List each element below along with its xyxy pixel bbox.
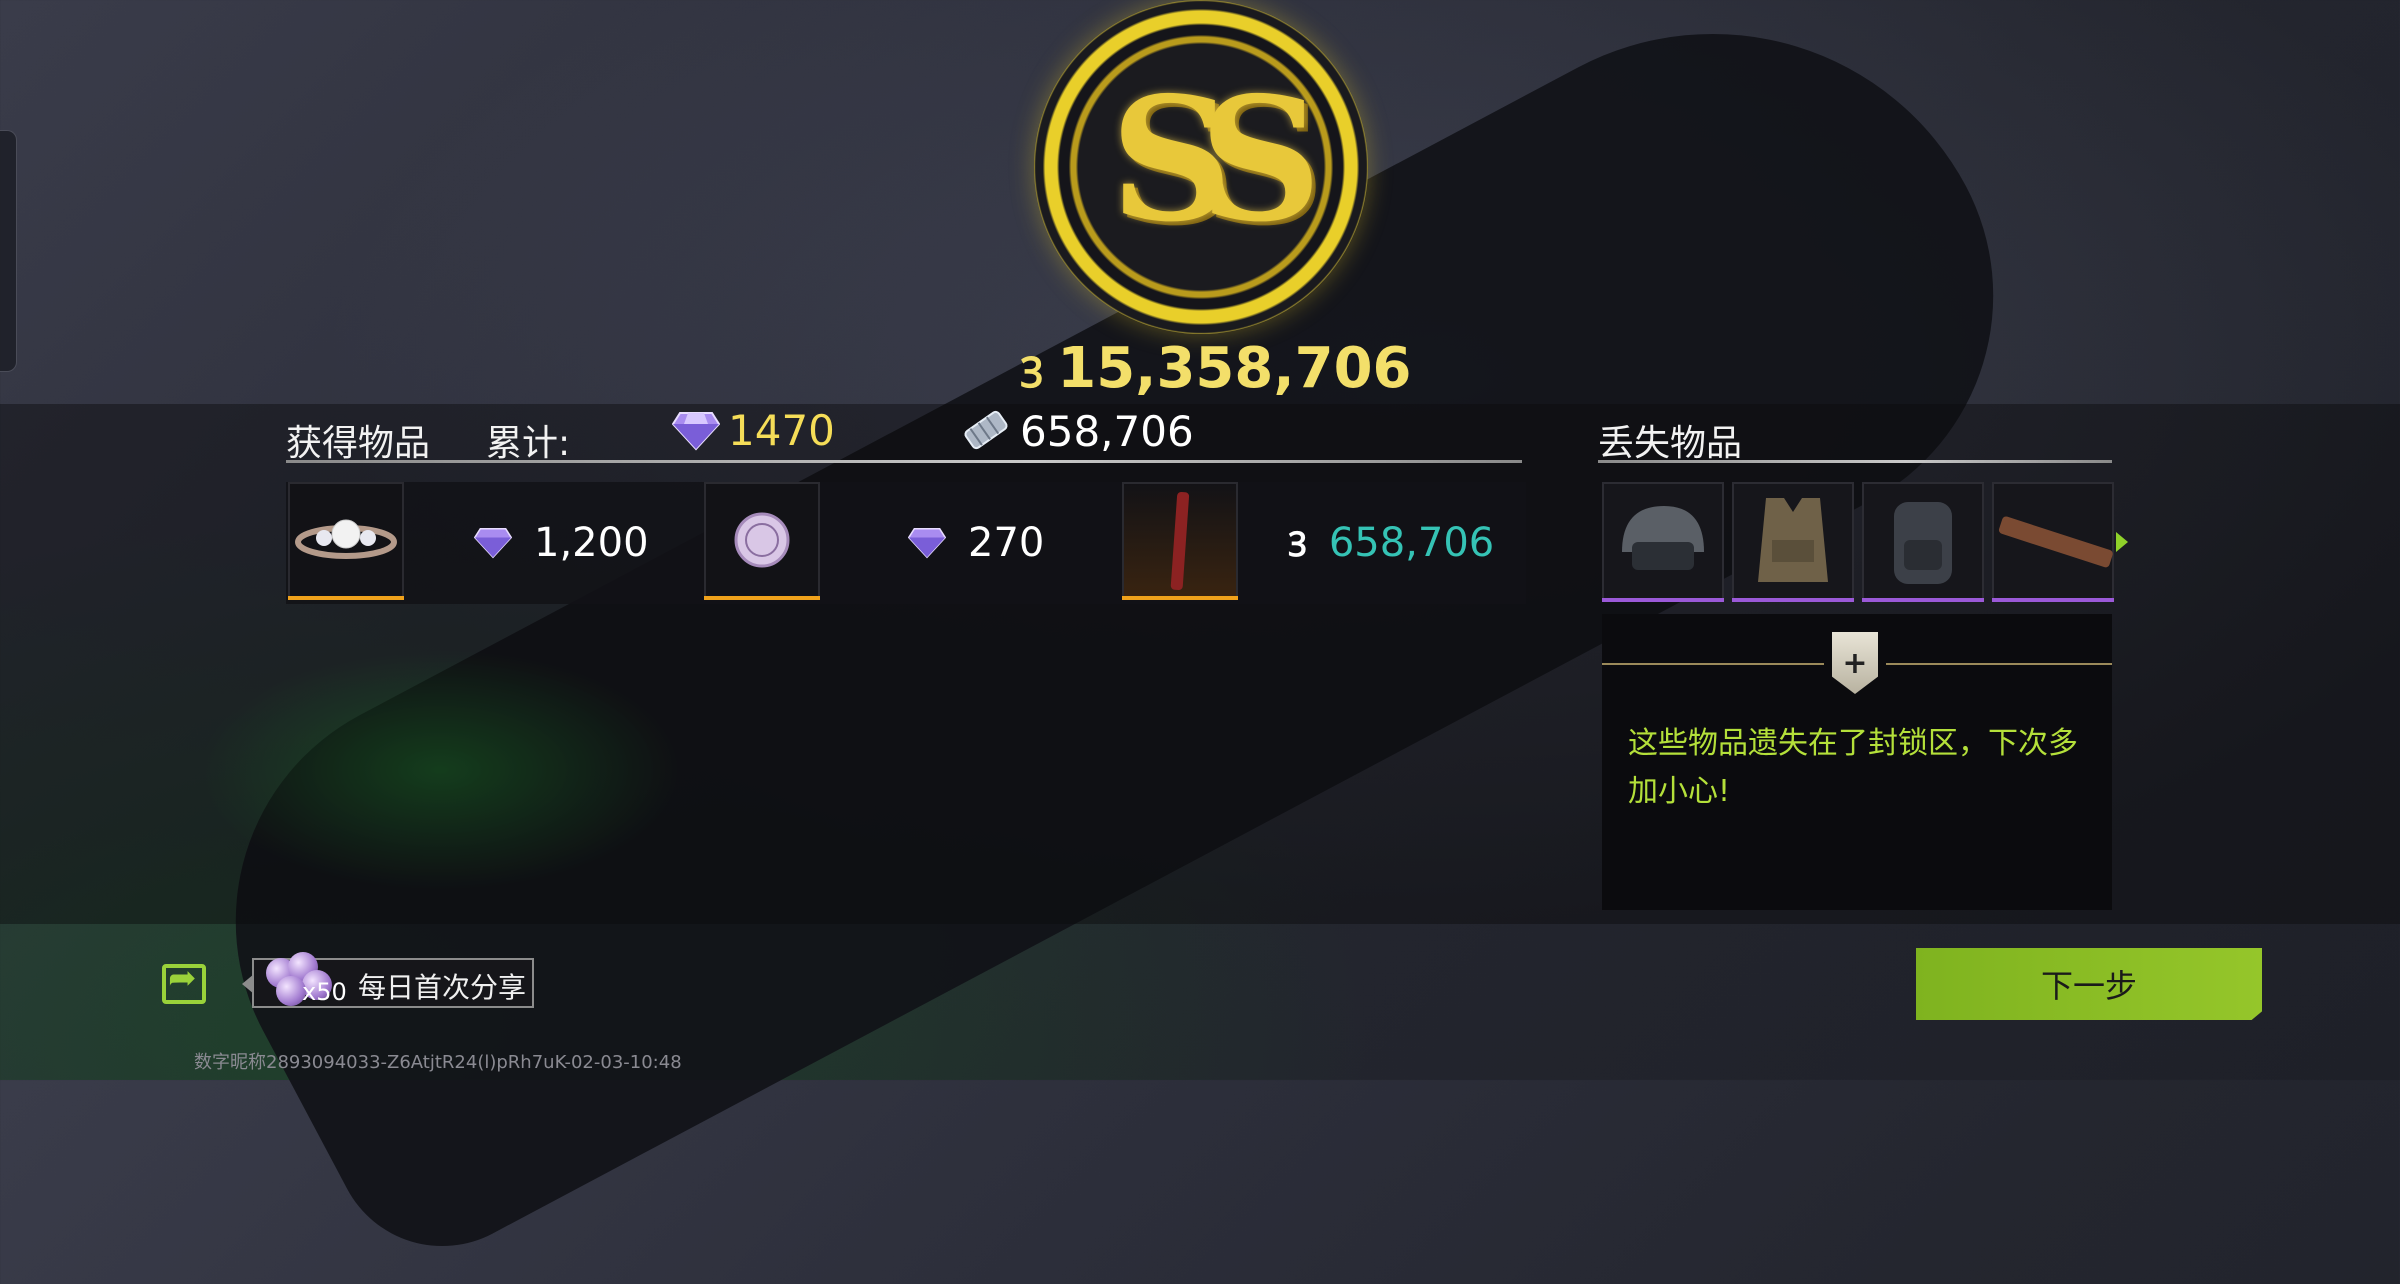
rarity-bar <box>288 596 404 600</box>
rarity-bar <box>1862 598 1984 602</box>
combat-vest-icon <box>1758 498 1828 582</box>
gained-item-value-2: 270 <box>908 520 1044 566</box>
diamond-ring-icon <box>295 519 397 559</box>
lost-item-slot-rifle[interactable] <box>1992 482 2114 602</box>
rarity-bar <box>1602 598 1724 602</box>
gained-item-slot-flare[interactable] <box>1122 482 1238 600</box>
gained-items-title: 获得物品 <box>286 423 431 464</box>
gained-item-slot-coin[interactable] <box>704 482 820 600</box>
cash-bundle-icon <box>964 410 1008 450</box>
gained-item-value-text: 658,706 <box>1328 520 1495 566</box>
player-id-watermark: 数字昵称2893094033-Z6AtjtR24(l)pRh7uK-02-03-… <box>194 1052 682 1073</box>
lost-item-slot-helmet[interactable] <box>1602 482 1724 602</box>
rarity-bar <box>1122 596 1238 600</box>
rarity-bar <box>1992 598 2114 602</box>
gained-item-slot-ring[interactable] <box>288 482 404 600</box>
panel-rule-left <box>1602 663 1824 665</box>
total-value-number: 15,358,706 <box>1057 336 1412 401</box>
share-icon[interactable] <box>162 958 206 1004</box>
lost-message-text: 这些物品遗失在了封锁区，下次多加小心! <box>1628 726 2078 809</box>
pearl-coin-icon <box>734 512 790 568</box>
gained-divider <box>286 460 1522 463</box>
lost-item-slot-backpack[interactable] <box>1862 482 1984 602</box>
tactical-helmet-icon <box>1622 506 1704 570</box>
cash-total: 658,706 <box>962 406 1194 456</box>
cash-total-value: 658,706 <box>1020 407 1194 456</box>
grade-medal-letters: SS <box>1110 60 1322 260</box>
rarity-bar <box>1732 598 1854 602</box>
diamond-icon <box>908 527 946 559</box>
lost-item-slot-vest[interactable] <box>1732 482 1854 602</box>
diamond-icon <box>474 527 512 559</box>
rifle-icon <box>1998 516 2113 568</box>
lost-items-title: 丢失物品 <box>1598 423 1743 464</box>
scroll-right-arrow-icon[interactable] <box>2116 532 2128 552</box>
koen-currency-icon: Ꝫ <box>1288 525 1307 565</box>
rarity-bar <box>704 596 820 600</box>
red-flare-stick-icon <box>1170 491 1190 591</box>
share-reward-count: x50 <box>302 978 347 1006</box>
share-reward-label: 每日首次分享 <box>358 971 527 1004</box>
side-drawer-handle[interactable] <box>0 130 17 372</box>
diamond-total-value: 1470 <box>728 406 835 455</box>
panel-rule-right <box>1886 663 2112 665</box>
diamond-icon <box>671 412 721 451</box>
diamond-total: 1470 <box>671 406 835 455</box>
total-value: Ꝫ 15,358,706 <box>1020 336 1412 401</box>
backpack-icon <box>1894 502 1952 584</box>
gained-item-value-3: Ꝫ 658,706 <box>1288 520 1494 566</box>
cumulative-label: 累计: <box>486 423 571 464</box>
next-step-button[interactable]: 下一步 <box>1916 948 2262 1020</box>
gained-item-value-text: 270 <box>968 520 1045 566</box>
gained-item-value-1: 1,200 <box>474 520 649 566</box>
lost-divider <box>1598 460 2112 463</box>
gained-item-value-text: 1,200 <box>534 520 649 566</box>
koen-currency-icon: Ꝫ <box>1020 348 1044 397</box>
